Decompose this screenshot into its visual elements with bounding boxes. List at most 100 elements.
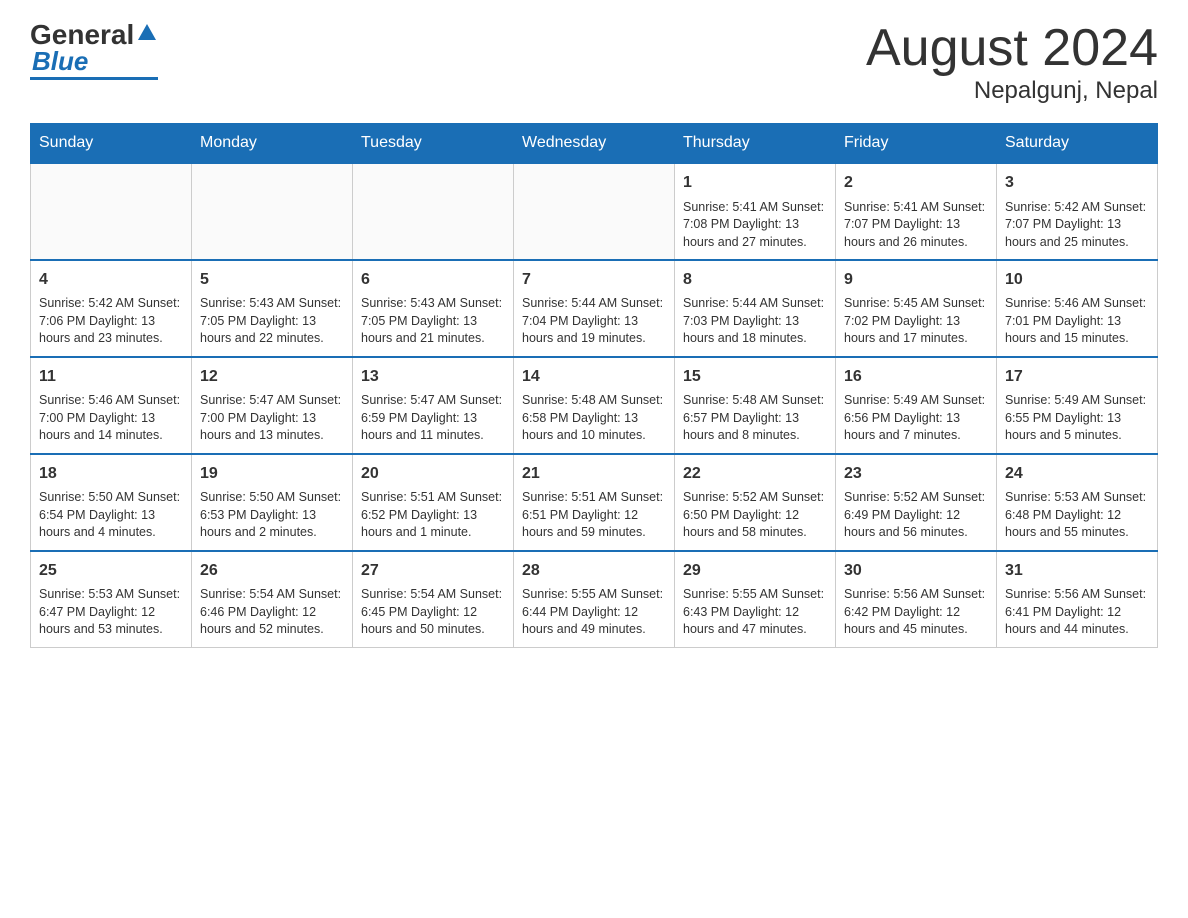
calendar-cell-w3-d4: 14 Sunrise: 5:48 AM Sunset: 6:58 PM Dayli… <box>514 357 675 454</box>
day-info-16: Sunrise: 5:49 AM Sunset: 6:56 PM Dayligh… <box>844 392 988 445</box>
day-number-17: 17 <box>1005 366 1149 388</box>
week-row-4: 18 Sunrise: 5:50 AM Sunset: 6:54 PM Dayli… <box>31 454 1158 551</box>
day-info-29: Sunrise: 5:55 AM Sunset: 6:43 PM Dayligh… <box>683 586 827 639</box>
day-number-1: 1 <box>683 172 827 194</box>
day-number-31: 31 <box>1005 560 1149 582</box>
calendar-cell-w2-d2: 5Sunrise: 5:43 AM Sunset: 7:05 PM Daylig… <box>192 260 353 357</box>
calendar-subtitle: Nepalgunj, Nepal <box>866 77 1158 105</box>
logo-underline <box>30 77 158 80</box>
day-info-31: Sunrise: 5:56 AM Sunset: 6:41 PM Dayligh… <box>1005 586 1149 639</box>
day-number-3: 3 <box>1005 172 1149 194</box>
day-info-14: Sunrise: 5:48 AM Sunset: 6:58 PM Dayligh… <box>522 392 666 445</box>
day-info-15: Sunrise: 5:48 AM Sunset: 6:57 PM Dayligh… <box>683 392 827 445</box>
day-number-14: 14 <box>522 366 666 388</box>
day-number-11: 11 <box>39 366 183 388</box>
calendar-cell-w4-d4: 21 Sunrise: 5:51 AM Sunset: 6:51 PM Dayli… <box>514 454 675 551</box>
calendar-cell-w2-d5: 8 Sunrise: 5:44 AM Sunset: 7:03 PM Daylig… <box>675 260 836 357</box>
day-info-8: Sunrise: 5:44 AM Sunset: 7:03 PM Dayligh… <box>683 295 827 348</box>
day-number-4: 4 <box>39 269 183 291</box>
calendar-cell-w5-d6: 30Sunrise: 5:56 AM Sunset: 6:42 PM Dayli… <box>836 551 997 647</box>
calendar-cell-w3-d6: 16 Sunrise: 5:49 AM Sunset: 6:56 PM Dayli… <box>836 357 997 454</box>
day-info-4: Sunrise: 5:42 AM Sunset: 7:06 PM Dayligh… <box>39 295 183 348</box>
calendar-cell-w4-d2: 19 Sunrise: 5:50 AM Sunset: 6:53 PM Dayli… <box>192 454 353 551</box>
calendar-cell-w5-d3: 27Sunrise: 5:54 AM Sunset: 6:45 PM Dayli… <box>353 551 514 647</box>
day-number-7: 7 <box>522 269 666 291</box>
day-number-26: 26 <box>200 560 344 582</box>
calendar-cell-w4-d3: 20 Sunrise: 5:51 AM Sunset: 6:52 PM Dayli… <box>353 454 514 551</box>
calendar-cell-w5-d4: 28Sunrise: 5:55 AM Sunset: 6:44 PM Dayli… <box>514 551 675 647</box>
day-info-7: Sunrise: 5:44 AM Sunset: 7:04 PM Dayligh… <box>522 295 666 348</box>
header-thursday: Thursday <box>675 124 836 164</box>
day-number-9: 9 <box>844 269 988 291</box>
header-saturday: Saturday <box>997 124 1158 164</box>
calendar-cell-w1-d1 <box>31 163 192 260</box>
weekday-header-row: Sunday Monday Tuesday Wednesday Thursday… <box>31 124 1158 164</box>
calendar-cell-w2-d1: 4 Sunrise: 5:42 AM Sunset: 7:06 PM Daylig… <box>31 260 192 357</box>
page-header: General Blue August 2024 Nepalgunj, Nepa… <box>30 20 1158 105</box>
calendar-title: August 2024 <box>866 20 1158 77</box>
calendar-cell-w2-d7: 10 Sunrise: 5:46 AM Sunset: 7:01 PM Dayli… <box>997 260 1158 357</box>
day-info-13: Sunrise: 5:47 AM Sunset: 6:59 PM Dayligh… <box>361 392 505 445</box>
day-info-9: Sunrise: 5:45 AM Sunset: 7:02 PM Dayligh… <box>844 295 988 348</box>
header-wednesday: Wednesday <box>514 124 675 164</box>
day-info-20: Sunrise: 5:51 AM Sunset: 6:52 PM Dayligh… <box>361 489 505 542</box>
header-tuesday: Tuesday <box>353 124 514 164</box>
calendar-cell-w1-d5: 1 Sunrise: 5:41 AM Sunset: 7:08 PM Daylig… <box>675 163 836 260</box>
calendar-cell-w4-d5: 22Sunrise: 5:52 AM Sunset: 6:50 PM Dayli… <box>675 454 836 551</box>
calendar-cell-w1-d7: 3 Sunrise: 5:42 AM Sunset: 7:07 PM Daylig… <box>997 163 1158 260</box>
week-row-5: 25Sunrise: 5:53 AM Sunset: 6:47 PM Dayli… <box>31 551 1158 647</box>
day-number-16: 16 <box>844 366 988 388</box>
day-info-24: Sunrise: 5:53 AM Sunset: 6:48 PM Dayligh… <box>1005 489 1149 542</box>
day-number-19: 19 <box>200 463 344 485</box>
day-info-26: Sunrise: 5:54 AM Sunset: 6:46 PM Dayligh… <box>200 586 344 639</box>
day-info-21: Sunrise: 5:51 AM Sunset: 6:51 PM Dayligh… <box>522 489 666 542</box>
day-number-18: 18 <box>39 463 183 485</box>
calendar-cell-w5-d1: 25Sunrise: 5:53 AM Sunset: 6:47 PM Dayli… <box>31 551 192 647</box>
day-info-6: Sunrise: 5:43 AM Sunset: 7:05 PM Dayligh… <box>361 295 505 348</box>
header-monday: Monday <box>192 124 353 164</box>
calendar-cell-w3-d1: 11Sunrise: 5:46 AM Sunset: 7:00 PM Dayli… <box>31 357 192 454</box>
day-info-28: Sunrise: 5:55 AM Sunset: 6:44 PM Dayligh… <box>522 586 666 639</box>
day-info-30: Sunrise: 5:56 AM Sunset: 6:42 PM Dayligh… <box>844 586 988 639</box>
calendar-cell-w2-d3: 6 Sunrise: 5:43 AM Sunset: 7:05 PM Daylig… <box>353 260 514 357</box>
calendar-cell-w3-d2: 12 Sunrise: 5:47 AM Sunset: 7:00 PM Dayli… <box>192 357 353 454</box>
day-number-20: 20 <box>361 463 505 485</box>
calendar-cell-w1-d3 <box>353 163 514 260</box>
header-sunday: Sunday <box>31 124 192 164</box>
day-info-19: Sunrise: 5:50 AM Sunset: 6:53 PM Dayligh… <box>200 489 344 542</box>
day-info-27: Sunrise: 5:54 AM Sunset: 6:45 PM Dayligh… <box>361 586 505 639</box>
calendar-cell-w5-d2: 26 Sunrise: 5:54 AM Sunset: 6:46 PM Dayli… <box>192 551 353 647</box>
day-number-29: 29 <box>683 560 827 582</box>
day-number-10: 10 <box>1005 269 1149 291</box>
day-info-23: Sunrise: 5:52 AM Sunset: 6:49 PM Dayligh… <box>844 489 988 542</box>
calendar-cell-w4-d7: 24Sunrise: 5:53 AM Sunset: 6:48 PM Dayli… <box>997 454 1158 551</box>
day-number-8: 8 <box>683 269 827 291</box>
day-number-12: 12 <box>200 366 344 388</box>
day-info-3: Sunrise: 5:42 AM Sunset: 7:07 PM Dayligh… <box>1005 199 1149 252</box>
calendar-cell-w2-d6: 9 Sunrise: 5:45 AM Sunset: 7:02 PM Daylig… <box>836 260 997 357</box>
calendar-cell-w1-d2 <box>192 163 353 260</box>
day-info-12: Sunrise: 5:47 AM Sunset: 7:00 PM Dayligh… <box>200 392 344 445</box>
day-info-17: Sunrise: 5:49 AM Sunset: 6:55 PM Dayligh… <box>1005 392 1149 445</box>
day-number-21: 21 <box>522 463 666 485</box>
title-section: August 2024 Nepalgunj, Nepal <box>866 20 1158 105</box>
day-info-1: Sunrise: 5:41 AM Sunset: 7:08 PM Dayligh… <box>683 199 827 252</box>
day-number-13: 13 <box>361 366 505 388</box>
week-row-2: 4 Sunrise: 5:42 AM Sunset: 7:06 PM Daylig… <box>31 260 1158 357</box>
logo: General Blue <box>30 20 158 80</box>
logo-triangle-icon <box>136 22 158 44</box>
calendar-cell-w4-d1: 18 Sunrise: 5:50 AM Sunset: 6:54 PM Dayli… <box>31 454 192 551</box>
calendar-cell-w3-d5: 15 Sunrise: 5:48 AM Sunset: 6:57 PM Dayli… <box>675 357 836 454</box>
calendar-cell-w5-d7: 31 Sunrise: 5:56 AM Sunset: 6:41 PM Dayli… <box>997 551 1158 647</box>
calendar-cell-w2-d4: 7 Sunrise: 5:44 AM Sunset: 7:04 PM Daylig… <box>514 260 675 357</box>
day-info-18: Sunrise: 5:50 AM Sunset: 6:54 PM Dayligh… <box>39 489 183 542</box>
logo-blue-text: Blue <box>32 47 88 76</box>
day-number-25: 25 <box>39 560 183 582</box>
day-number-22: 22 <box>683 463 827 485</box>
calendar-cell-w5-d5: 29 Sunrise: 5:55 AM Sunset: 6:43 PM Dayli… <box>675 551 836 647</box>
day-number-6: 6 <box>361 269 505 291</box>
day-number-15: 15 <box>683 366 827 388</box>
day-info-10: Sunrise: 5:46 AM Sunset: 7:01 PM Dayligh… <box>1005 295 1149 348</box>
day-number-2: 2 <box>844 172 988 194</box>
calendar-cell-w3-d7: 17 Sunrise: 5:49 AM Sunset: 6:55 PM Dayli… <box>997 357 1158 454</box>
